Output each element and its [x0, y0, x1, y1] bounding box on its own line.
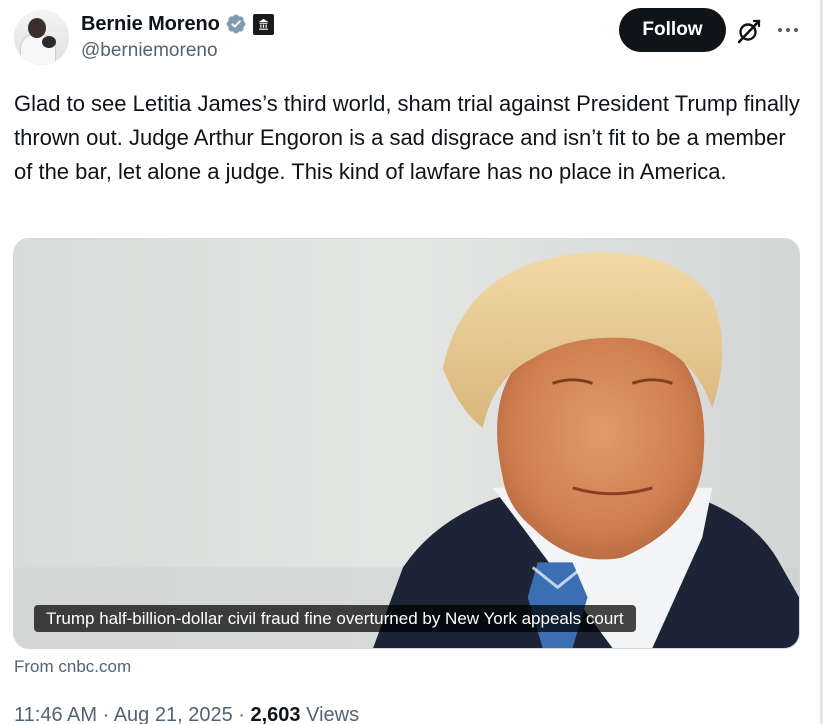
- grok-icon[interactable]: [736, 18, 762, 44]
- tweet-date[interactable]: Aug 21, 2025: [114, 704, 233, 724]
- author-display-name[interactable]: Bernie Moreno: [81, 13, 220, 36]
- card-source[interactable]: From cnbc.com: [14, 657, 131, 677]
- verified-badge-icon[interactable]: [225, 13, 247, 35]
- tweet-meta: 11:46 AM · Aug 21, 2025 · 2,603 Views: [14, 704, 359, 724]
- views-label: Views: [306, 704, 360, 724]
- tweet-header: Bernie Moreno @berniemoreno Follow: [14, 8, 809, 68]
- more-options-icon[interactable]: [776, 20, 800, 40]
- government-affiliation-icon[interactable]: [252, 13, 274, 35]
- views-count: 2,603: [250, 704, 301, 724]
- meta-separator: ·: [232, 704, 251, 724]
- avatar[interactable]: [14, 10, 69, 65]
- link-card[interactable]: Trump half-billion-dollar civil fraud fi…: [13, 238, 800, 649]
- author-handle[interactable]: @berniemoreno: [81, 40, 274, 62]
- meta-separator: ·: [97, 704, 114, 724]
- tweet-time[interactable]: 11:46 AM: [14, 704, 97, 724]
- card-caption[interactable]: Trump half-billion-dollar civil fraud fi…: [34, 605, 636, 632]
- card-image: [14, 239, 799, 648]
- author-info: Bernie Moreno @berniemoreno: [81, 12, 274, 62]
- follow-button[interactable]: Follow: [619, 8, 726, 52]
- tweet-text: Glad to see Letitia James’s third world,…: [14, 91, 806, 184]
